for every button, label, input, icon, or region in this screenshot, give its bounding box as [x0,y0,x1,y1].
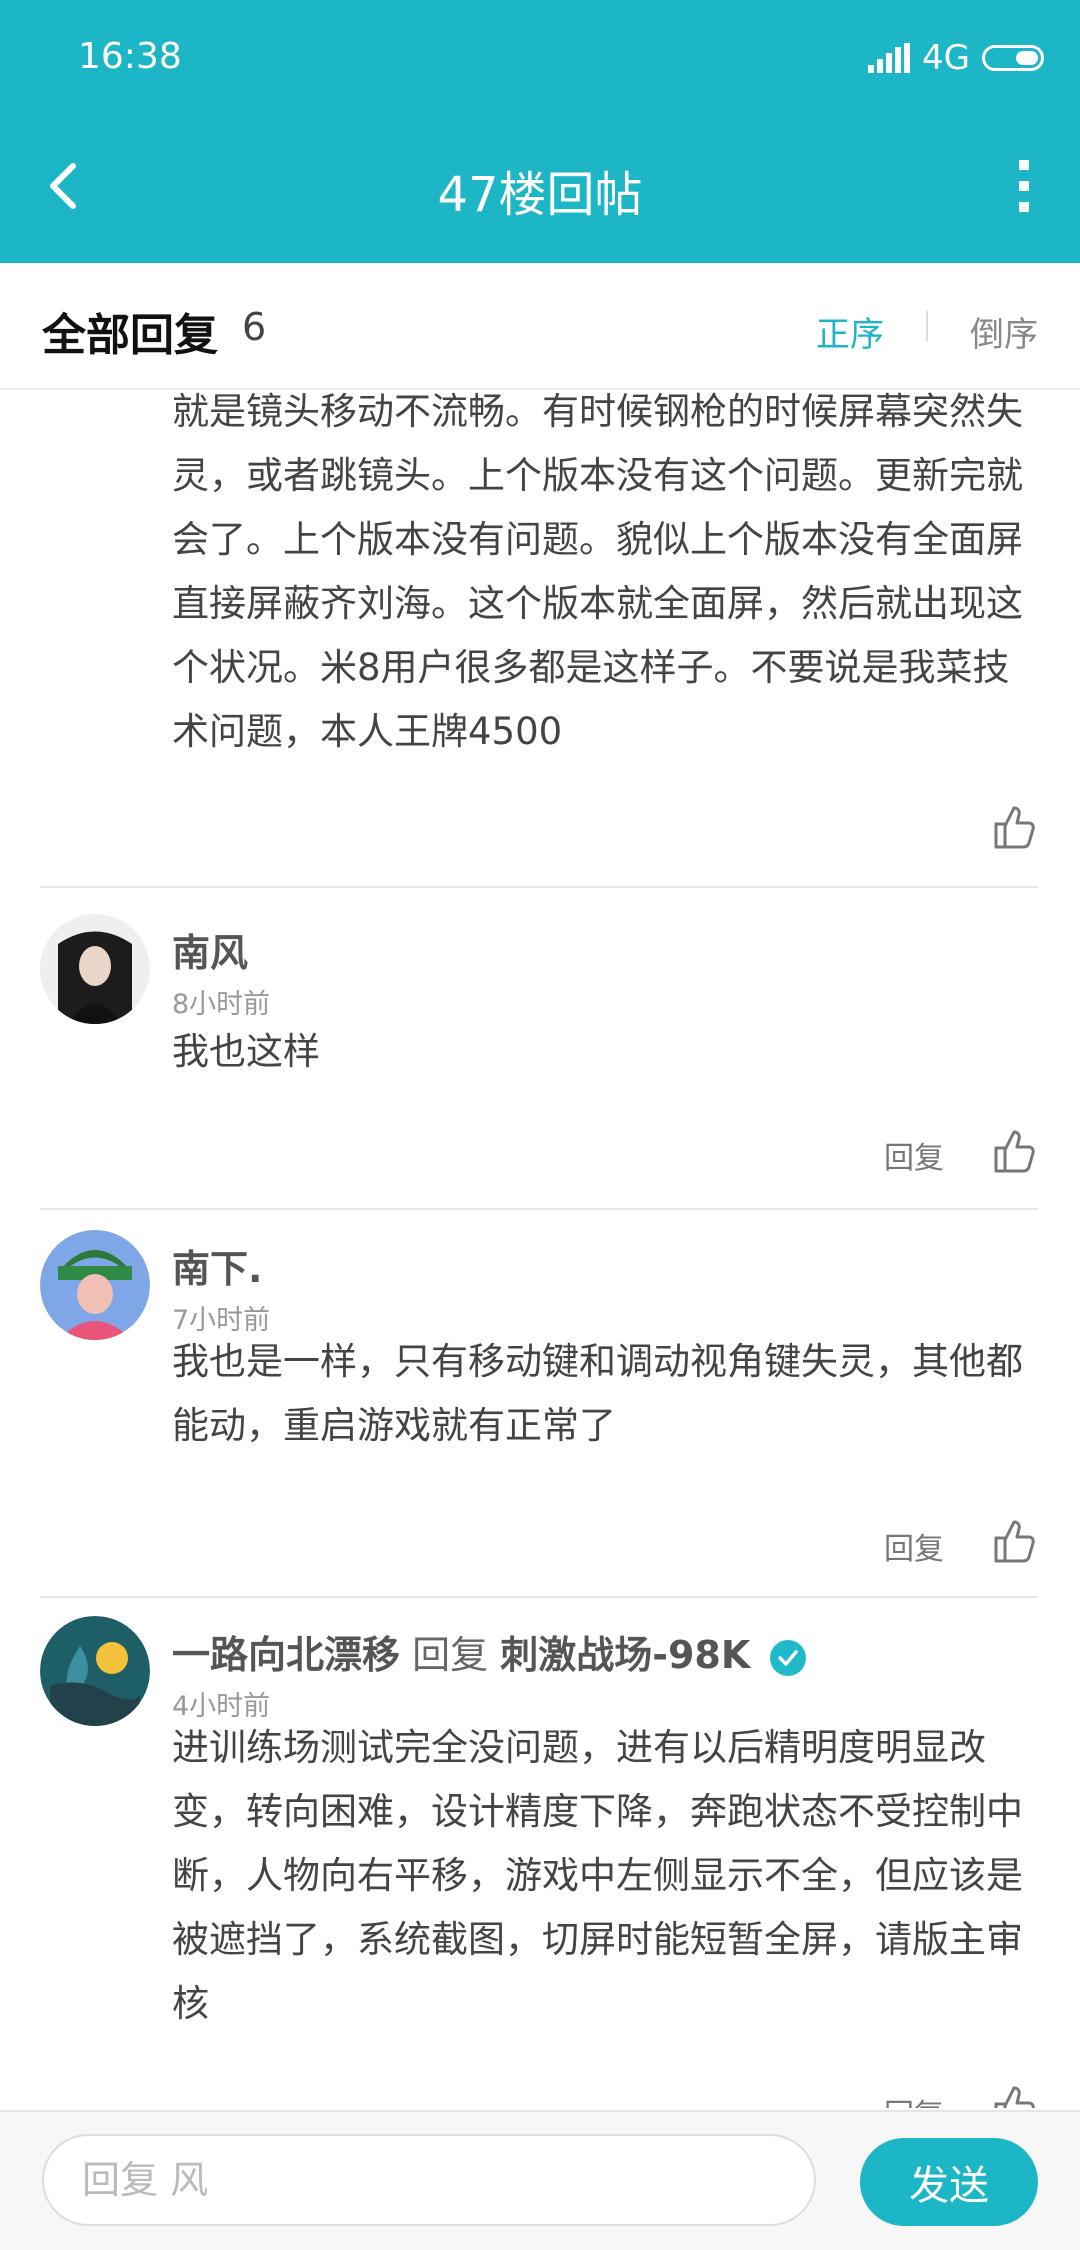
more-button[interactable] [1004,160,1044,212]
reply-body: 就是镜头移动不流畅。有时候钢枪的时候屏幕突然失灵，或者跳镜头。上个版本没有这个问… [172,390,1023,753]
reply-item: 南下. 7小时前 我也是一样，只有移动键和调动视角键失灵，其他都能动，重启游戏就… [0,1212,1080,1598]
more-vertical-icon [1019,160,1029,170]
reply-body: 进训练场测试完全没问题，进有以后精明度明显改变，转向困难，设计精度下降，奔跑状态… [172,1726,1023,2025]
page-title: 47楼回帖 [437,167,643,223]
reply-button[interactable]: 回复 [884,1133,944,1177]
user-avatar-image [40,1616,150,1726]
reply-body: 我也是一样，只有移动键和调动视角键失灵，其他都能动，重启游戏就有正常了 [172,1340,1023,1447]
reply-to-name[interactable]: 刺激战场-98K [500,1633,750,1677]
status-time: 16:38 [78,36,182,77]
user-avatar-image [40,914,150,1024]
thumbs-up-icon[interactable] [992,804,1036,850]
reply-item: 一路向北漂移 回复 刺激战场-98K 4小时前 进训练场测试完全没问题，进有以后… [0,1598,1080,2108]
app-header: 16:38 4G 47楼回帖 [0,0,1080,263]
sort-asc-button[interactable]: 正序 [816,307,884,356]
reply-item: 南风 8小时前 我也这样 回复 [0,888,1080,1210]
thumbs-up-icon[interactable] [992,1518,1036,1564]
avatar[interactable] [40,914,150,1024]
battery-icon [982,45,1044,71]
signal-icon [868,43,911,73]
reply-time: 8小时前 [172,989,271,1020]
reply-to-label: 回复 [412,1633,489,1677]
send-button[interactable]: 发送 [860,2138,1038,2226]
divider [40,1208,1038,1210]
avatar[interactable] [40,1616,150,1726]
reply-author[interactable]: 一路向北漂移 回复 刺激战场-98K [172,1624,807,1679]
sort-desc-button[interactable]: 倒序 [970,307,1038,356]
thumbs-up-icon[interactable] [992,2084,1036,2108]
reply-author[interactable]: 南下. [172,1238,262,1293]
avatar[interactable] [40,1230,150,1340]
network-type: 4G [922,38,970,78]
sort-divider [926,311,928,341]
sort-bar: 全部回复 6 正序 倒序 [0,263,1080,390]
reply-count: 6 [242,305,267,349]
all-replies-title: 全部回复 [42,310,218,361]
reply-author[interactable]: 南风 [172,922,248,977]
reply-input[interactable] [42,2134,816,2226]
user-avatar-image [40,1230,150,1340]
reply-list[interactable]: 就是镜头移动不流畅。有时候钢枪的时候屏幕突然失灵，或者跳镜头。上个版本没有这个问… [0,390,1080,2108]
reply-composer: 发送 [0,2110,1080,2250]
author-name[interactable]: 一路向北漂移 [172,1633,400,1677]
verified-icon [770,1639,807,1676]
status-icons: 4G [868,38,1044,78]
reply-button[interactable]: 回复 [884,2090,944,2108]
reply-item: 就是镜头移动不流畅。有时候钢枪的时候屏幕突然失灵，或者跳镜头。上个版本没有这个问… [0,390,1080,888]
reply-body: 我也这样 [172,1030,320,1073]
thumbs-up-icon[interactable] [992,1128,1036,1174]
reply-button[interactable]: 回复 [884,1524,944,1568]
